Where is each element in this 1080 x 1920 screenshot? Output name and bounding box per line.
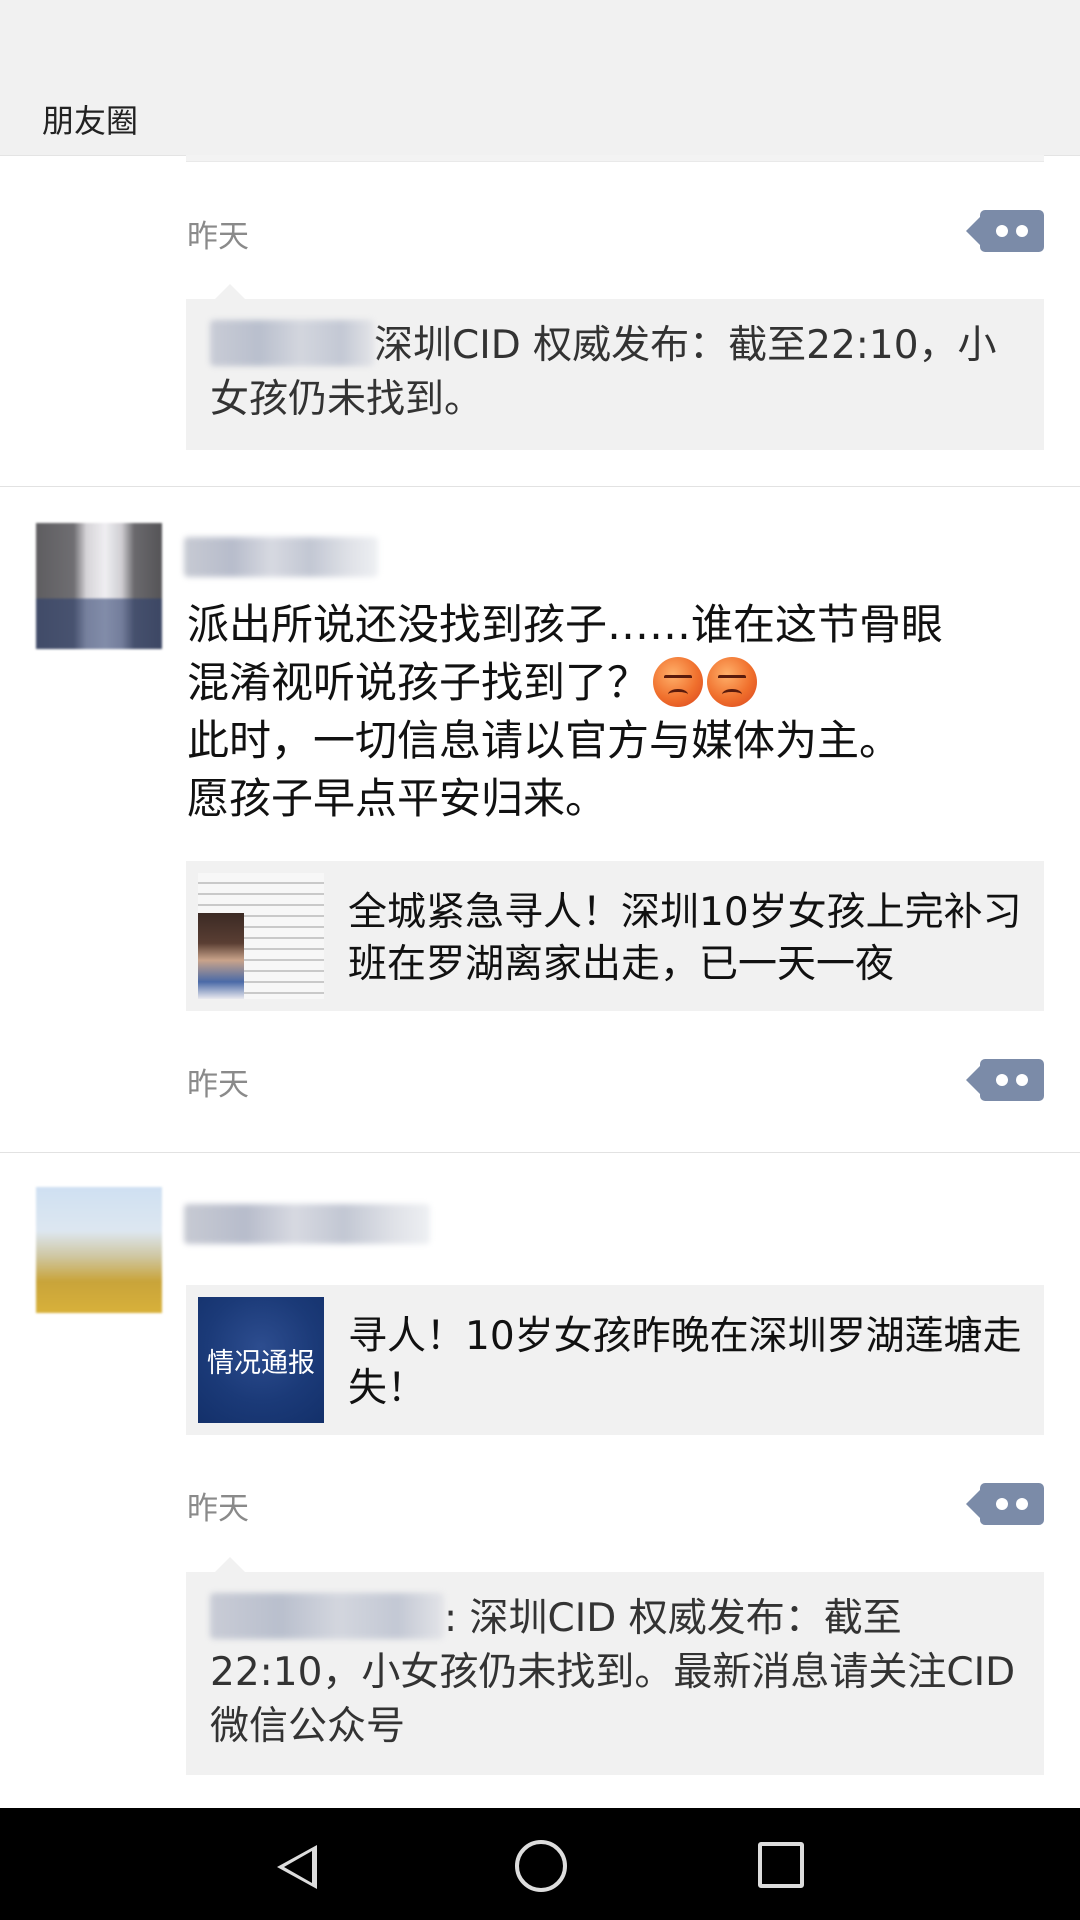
comment-caret: [214, 284, 246, 300]
post-actions-button[interactable]: [966, 210, 1044, 252]
link-thumbnail: 情况通报: [198, 1297, 324, 1423]
back-icon[interactable]: [277, 1845, 317, 1889]
post-actions-button[interactable]: [966, 1483, 1044, 1525]
thumbnail-photo: [198, 913, 244, 999]
avatar[interactable]: [36, 1187, 162, 1313]
commenter-name-blurred[interactable]: [210, 1593, 444, 1639]
dot-icon: [996, 225, 1008, 237]
post-text-line: 混淆视听说孩子找到了？: [187, 658, 650, 707]
comment-caret: [214, 1557, 246, 1573]
post-text: 派出所说还没找到孩子……谁在这节骨眼 混淆视听说孩子找到了？ 此时，一切信息请以…: [187, 596, 1047, 828]
comment-item[interactable]: 深圳CID 权威发布：截至22:10，小女孩仍未找到。: [210, 319, 1020, 427]
dot-icon: [996, 1074, 1008, 1086]
link-title: 寻人！10岁女孩昨晚在深圳罗湖莲塘走失！: [348, 1314, 1022, 1411]
page-title: 朋友圈: [42, 102, 139, 140]
post-text-line: 派出所说还没找到孩子……谁在这节骨眼: [187, 600, 944, 649]
link-thumbnail: [198, 873, 324, 999]
post-time: 昨天: [187, 1067, 249, 1103]
post-text-line-with-emoji: 混淆视听说孩子找到了？: [187, 654, 1047, 712]
comment-box: 深圳CID 权威发布：截至22:10，小女孩仍未找到。: [186, 299, 1044, 450]
dot-icon: [1016, 225, 1028, 237]
post-time: 昨天: [187, 219, 249, 255]
post-actions-button[interactable]: [966, 1059, 1044, 1101]
comment-box: : 深圳CID 权威发布：截至22:10，小女孩仍未找到。最新消息请关注CID微…: [186, 1572, 1044, 1775]
post-time: 昨天: [187, 1491, 249, 1527]
home-icon[interactable]: [515, 1840, 567, 1892]
post-divider: [0, 486, 1080, 487]
dot-icon: [1016, 1074, 1028, 1086]
header-bar: 朋友圈: [0, 0, 1080, 156]
commenter-name-blurred[interactable]: [210, 320, 374, 366]
shared-link-card[interactable]: 全城紧急寻人！深圳10岁女孩上完补习班在罗湖离家出走，已一天一夜: [186, 861, 1044, 1011]
post-text-line: 愿孩子早点平安归来。: [187, 774, 608, 823]
dot-icon: [1016, 1498, 1028, 1510]
dot-icon: [996, 1498, 1008, 1510]
recent-apps-icon[interactable]: [758, 1842, 804, 1888]
username-blurred[interactable]: [184, 537, 378, 577]
previous-post-edge: [186, 155, 1044, 162]
thumbnail-text: 情况通报: [207, 1348, 315, 1379]
post-divider: [0, 1152, 1080, 1153]
angry-face-icon: [653, 657, 704, 707]
post-text-line: 此时，一切信息请以官方与媒体为主。: [187, 716, 902, 765]
shared-link-card[interactable]: 情况通报 寻人！10岁女孩昨晚在深圳罗湖莲塘走失！: [186, 1285, 1044, 1435]
angry-face-icon: [707, 657, 758, 707]
username-blurred[interactable]: [184, 1204, 430, 1244]
link-title: 全城紧急寻人！深圳10岁女孩上完补习班在罗湖离家出走，已一天一夜: [348, 890, 1022, 987]
avatar[interactable]: [36, 523, 162, 649]
comment-item[interactable]: : 深圳CID 权威发布：截至22:10，小女孩仍未找到。最新消息请关注CID微…: [210, 1592, 1020, 1754]
